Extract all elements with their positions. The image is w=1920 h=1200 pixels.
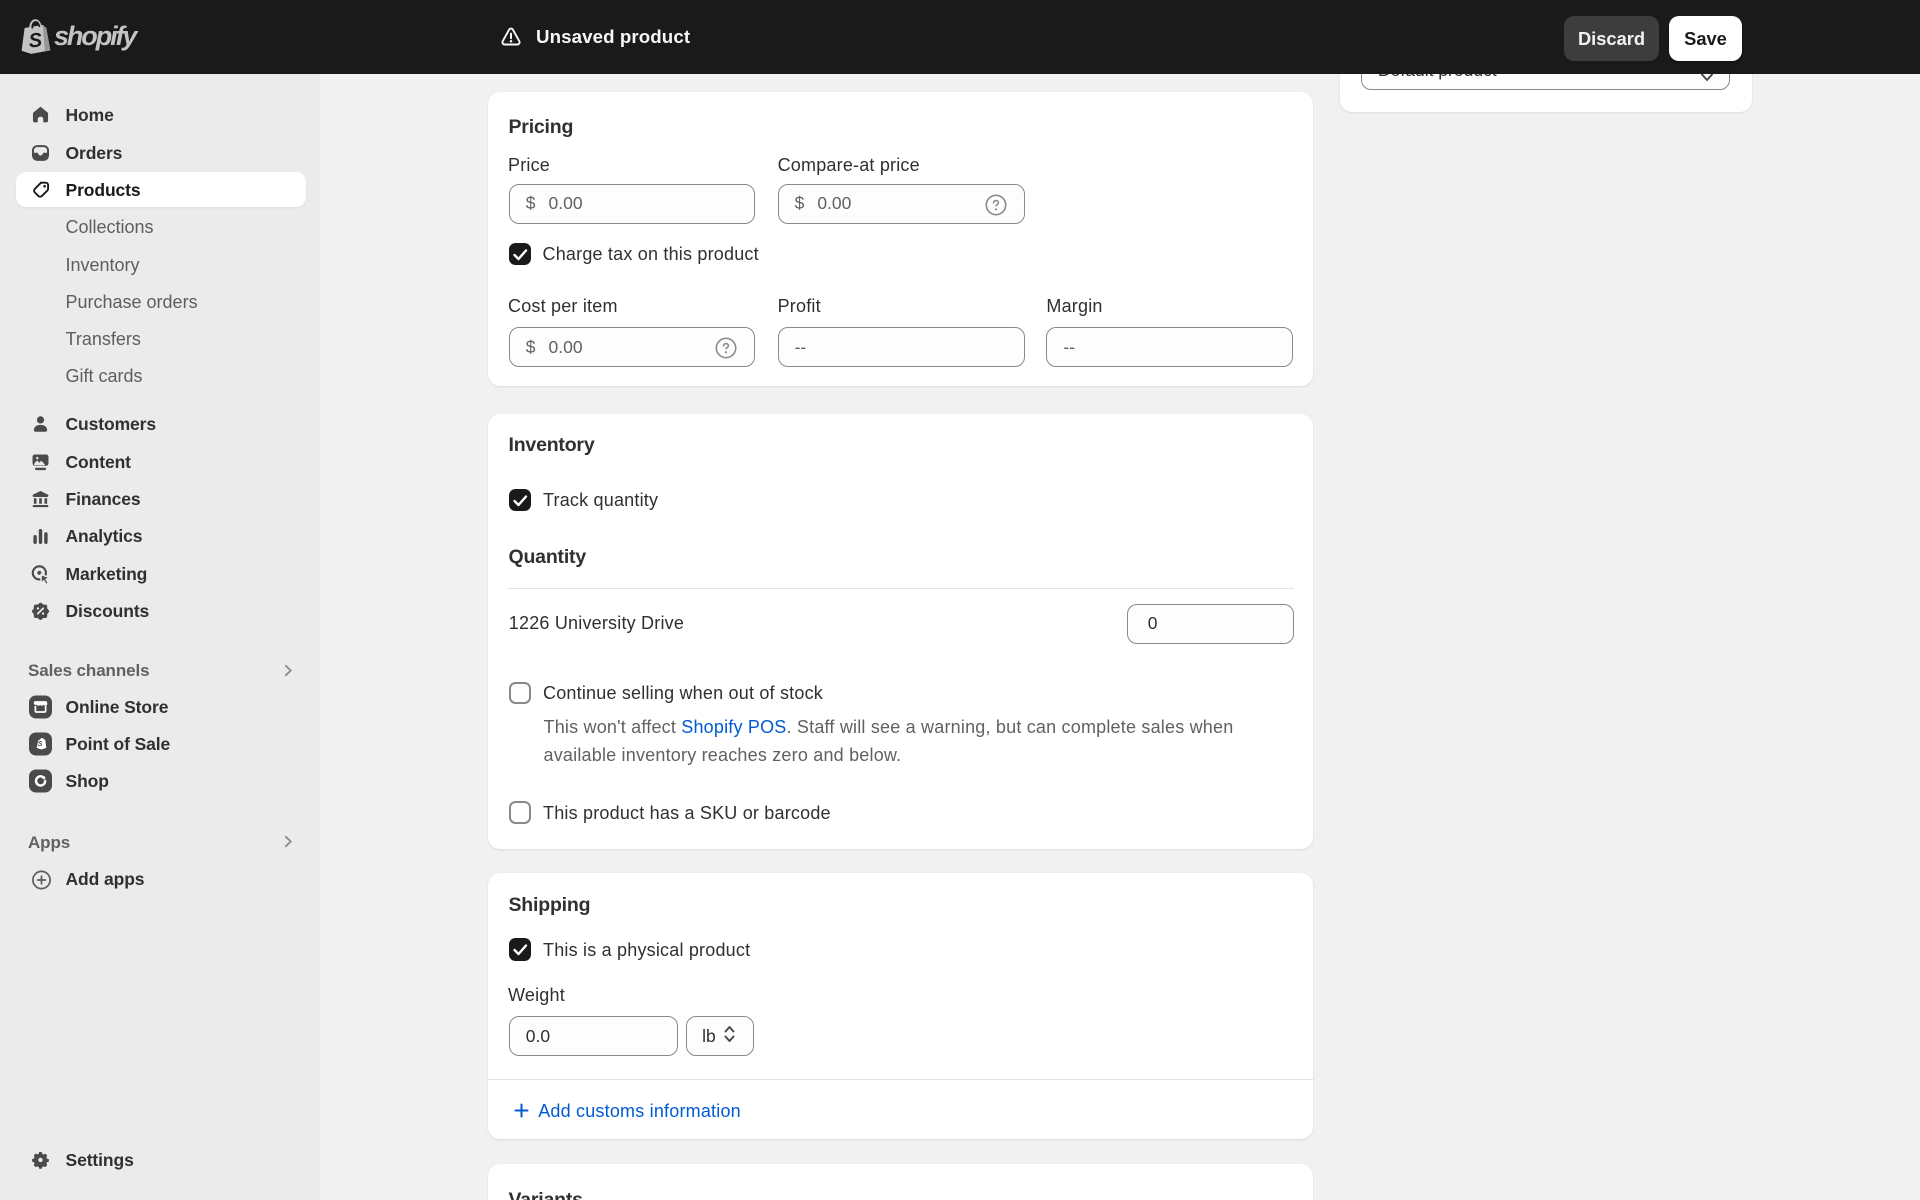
svg-text:S: S	[28, 29, 44, 52]
svg-text:S: S	[38, 741, 43, 748]
